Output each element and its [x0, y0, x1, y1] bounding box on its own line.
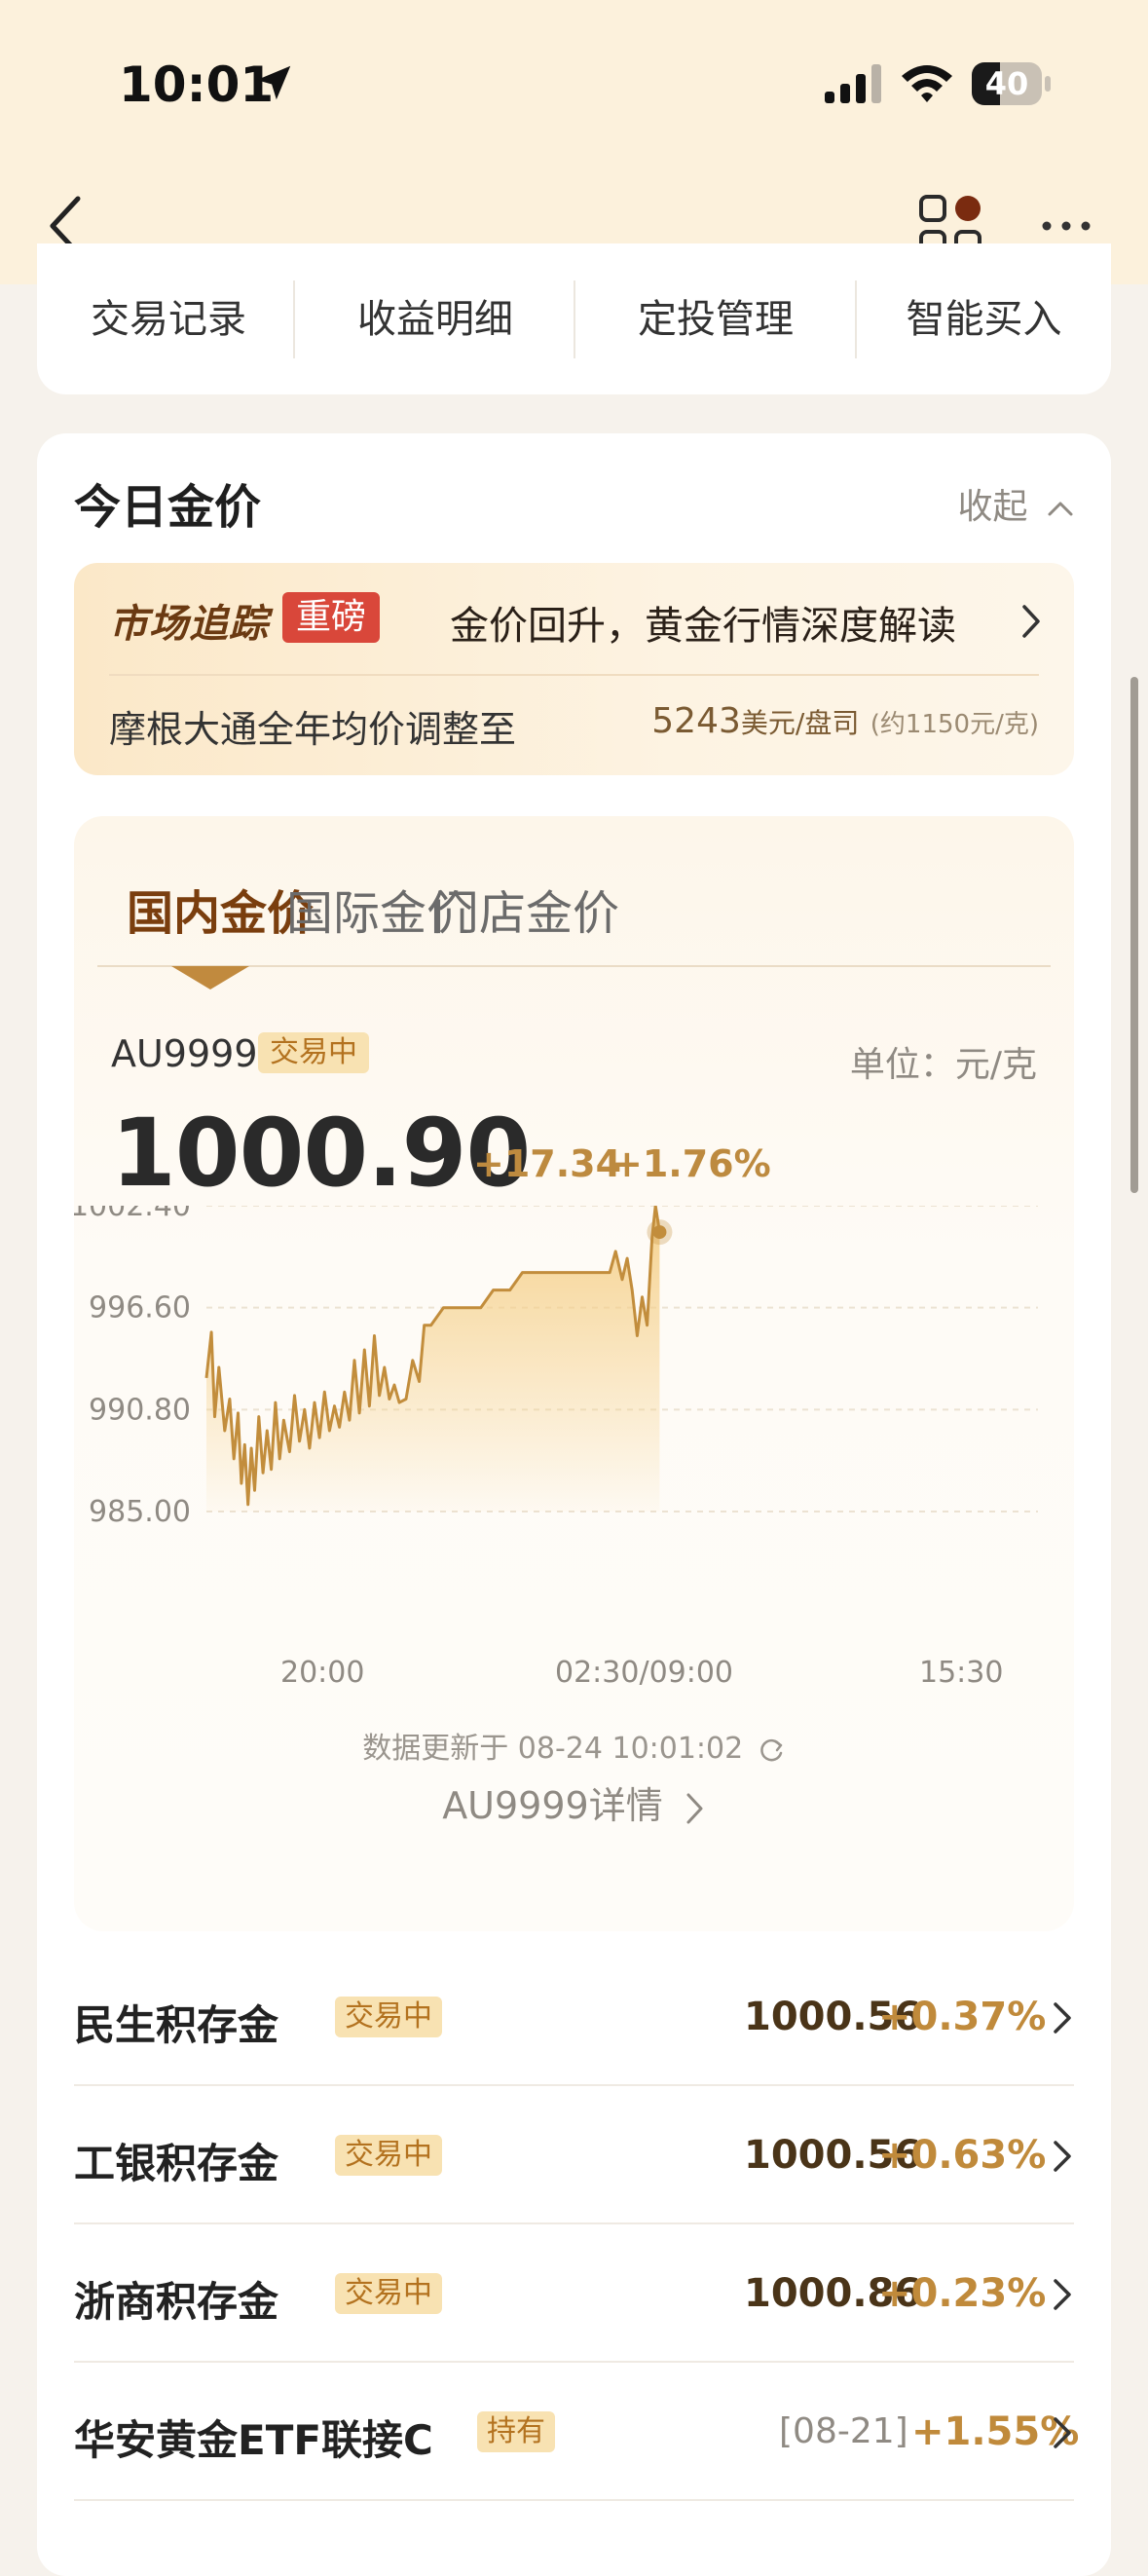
- forecast-unit: 美元/盘司: [740, 707, 860, 739]
- quick-tab-smart-buy[interactable]: 智能买入: [857, 280, 1111, 358]
- product-change: +0.23%: [878, 2271, 1047, 2316]
- price-change: +17.34: [473, 1142, 622, 1185]
- location-arrow-icon: [256, 65, 291, 100]
- data-update-time: 数据更新于 08-24 10:01:02: [74, 1724, 1074, 1767]
- x-tick-label: 20:00: [280, 1656, 365, 1690]
- product-row[interactable]: 民生积存金 交易中 1000.56 +0.37%: [74, 1948, 1074, 2086]
- news-subtext: 摩根大通全年均价调整至: [109, 708, 517, 751]
- scrollbar[interactable]: [1130, 677, 1138, 1193]
- y-tick-label: 1002.40: [74, 1206, 191, 1223]
- symbol-detail-link[interactable]: AU9999详情: [74, 1775, 1074, 1829]
- chevron-right-icon: [1054, 2002, 1071, 2034]
- product-change: +0.63%: [878, 2133, 1047, 2178]
- product-row[interactable]: 华安黄金ETF联接C 持有 [08-21] +1.55%: [74, 2363, 1079, 2501]
- product-name: 华安黄金ETF联接C: [74, 2416, 433, 2464]
- x-tick-label: 15:30: [919, 1656, 1004, 1690]
- tab-store-price[interactable]: 门店金价: [432, 875, 619, 943]
- product-name: 浙商积存金: [74, 2278, 279, 2326]
- wifi-icon: [902, 65, 952, 102]
- price-change-percent: +1.76%: [611, 1142, 771, 1185]
- battery-icon: 40: [972, 62, 1052, 105]
- price-area-fill: [206, 1206, 660, 1512]
- forecast-approx: (约1150元/克): [870, 710, 1039, 739]
- quote-symbol: AU9999: [111, 1032, 258, 1075]
- divider: [109, 674, 1039, 676]
- quick-tab-trade-records[interactable]: 交易记录: [37, 280, 300, 358]
- chevron-right-icon: [1054, 2417, 1071, 2448]
- product-name: 工银积存金: [74, 2140, 279, 2187]
- detail-link-label: AU9999详情: [442, 1784, 663, 1827]
- collapse-label: 收起: [957, 487, 1028, 527]
- chevron-up-icon: [1048, 502, 1073, 516]
- chevron-right-icon: [1022, 605, 1040, 638]
- forecast-number: 5243: [651, 701, 741, 741]
- product-status-badge: 交易中: [335, 2273, 442, 2314]
- refresh-icon[interactable]: [759, 1736, 786, 1764]
- y-tick-label: 996.60: [89, 1291, 191, 1325]
- product-status-badge: 交易中: [335, 1997, 442, 2037]
- update-text: 数据更新于 08-24 10:01:02: [362, 1732, 744, 1766]
- chevron-right-icon: [686, 1793, 703, 1823]
- product-name: 民生积存金: [74, 2001, 279, 2049]
- news-forecast-value: 5243美元/盘司 (约1150元/克): [651, 701, 1039, 741]
- news-badge: 重磅: [282, 592, 381, 643]
- product-date: [08-21]: [779, 2411, 908, 2451]
- chevron-right-icon: [1054, 2279, 1071, 2310]
- market-news-banner[interactable]: 市场追踪 重磅 金价回升，黄金行情深度解读 摩根大通全年均价调整至 5243美元…: [74, 563, 1074, 775]
- product-row[interactable]: 工银积存金 交易中 1000.56 +0.63%: [74, 2086, 1074, 2224]
- intraday-price-chart[interactable]: 1002.40 996.60 990.80 985.00: [74, 1206, 1074, 1615]
- battery-level: 40: [984, 65, 1029, 102]
- quick-tab-earnings[interactable]: 收益明细: [294, 280, 576, 358]
- more-options-icon[interactable]: [1037, 205, 1095, 247]
- product-status-badge: 持有: [477, 2411, 555, 2452]
- active-tab-indicator: [171, 966, 249, 989]
- y-tick-label: 985.00: [89, 1495, 191, 1529]
- product-status-badge: 交易中: [335, 2135, 442, 2176]
- current-price: 1000.90: [111, 1099, 531, 1208]
- collapse-button[interactable]: 收起: [958, 478, 1074, 529]
- price-unit: 单位：元/克: [849, 1045, 1037, 1085]
- trading-status-badge: 交易中: [258, 1032, 369, 1073]
- divider: [74, 2499, 1074, 2501]
- quick-actions-card: 交易记录 收益明细 定投管理 智能买入: [37, 243, 1111, 394]
- cellular-signal-icon: [825, 64, 881, 103]
- product-row[interactable]: 浙商积存金 交易中 1000.86 +0.23%: [74, 2224, 1074, 2363]
- gold-price-card: 今日金价 收起 市场追踪 重磅 金价回升，黄金行情深度解读 摩根大通全年均价调整…: [37, 433, 1111, 2576]
- status-bar: 10:01 40: [0, 0, 1148, 166]
- news-headline[interactable]: 金价回升，黄金行情深度解读: [450, 594, 956, 651]
- chevron-right-icon: [1054, 2141, 1071, 2172]
- news-brand-logo: 市场追踪: [109, 602, 269, 647]
- product-change: +0.37%: [878, 1995, 1047, 2039]
- section-title: 今日金价: [74, 480, 262, 535]
- y-tick-label: 990.80: [89, 1393, 191, 1427]
- price-panel: 国内金价 国际金价 门店金价 AU9999 交易中 单位：元/克 1000.90…: [74, 816, 1074, 1931]
- quick-tab-auto-invest[interactable]: 定投管理: [574, 280, 857, 358]
- x-tick-label: 02:30/09:00: [555, 1656, 734, 1690]
- current-point: [652, 1225, 667, 1240]
